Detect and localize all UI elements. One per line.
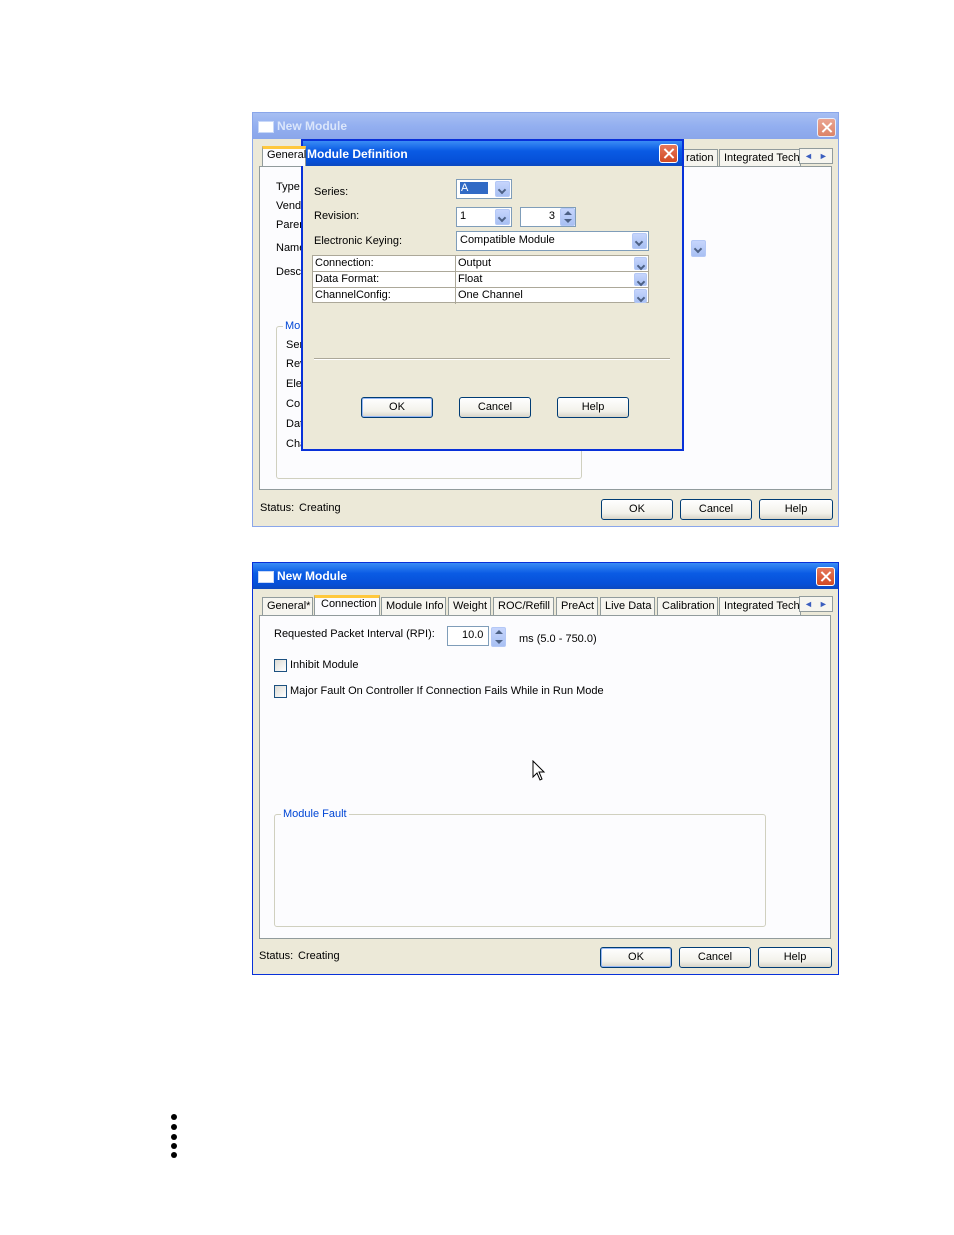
revision-major-select[interactable]: 1 <box>456 207 512 227</box>
close-button[interactable] <box>816 567 835 586</box>
background-dropdown[interactable] <box>688 239 706 258</box>
grid-row-channel-config[interactable]: ChannelConfig: One Channel <box>313 288 648 304</box>
dot <box>171 1152 177 1158</box>
dot <box>171 1134 177 1140</box>
ok-button[interactable]: OK <box>600 947 672 968</box>
status-value: Creating <box>299 502 341 514</box>
electronic-keying-select[interactable]: Compatible Module <box>456 231 649 251</box>
module-definition-dialog: Module Definition Series: A Revision: 1 … <box>301 139 684 451</box>
spin-up-icon <box>495 630 503 634</box>
tab-module-info[interactable]: Module Info <box>381 597 446 615</box>
ok-button[interactable]: OK <box>601 499 673 520</box>
revision-minor-spin-buttons[interactable] <box>560 208 575 226</box>
chevron-down-icon[interactable] <box>634 273 647 286</box>
rpi-spin-buttons[interactable] <box>491 627 506 647</box>
cancel-button[interactable]: Cancel <box>680 499 752 520</box>
separator <box>314 358 670 360</box>
spin-down-icon <box>495 640 503 644</box>
tab-connection[interactable]: Connection <box>314 595 380 615</box>
tab-preact[interactable]: PreAct <box>556 597 598 615</box>
grid-row-connection[interactable]: Connection: Output <box>313 256 648 272</box>
status-value: Creating <box>298 950 340 962</box>
new-module-window-2: New Module General* Connection Module In… <box>252 562 839 975</box>
status-label: Status: <box>259 950 294 962</box>
connection-tab-panel: Requested Packet Interval (RPI): 10.0 ms… <box>259 615 831 939</box>
module-fault-group: Module Fault <box>274 808 766 927</box>
major-fault-label: Major Fault On Controller If Connection … <box>290 685 604 697</box>
window-icon <box>258 121 274 133</box>
cancel-button[interactable]: Cancel <box>679 947 751 968</box>
module-fault-title: Module Fault <box>281 808 349 820</box>
tab-calibration[interactable]: ration <box>683 149 718 167</box>
keying-label-bg: Ele <box>286 378 302 390</box>
inhibit-module-label: Inhibit Module <box>290 659 359 671</box>
dialog-help-button[interactable]: Help <box>557 397 629 418</box>
series-label: Series: <box>314 186 349 198</box>
dialog-ok-button[interactable]: OK <box>361 397 433 418</box>
dot <box>171 1124 177 1130</box>
dot <box>171 1114 177 1120</box>
module-properties-grid: Connection: Output Data Format: Float Ch… <box>312 255 649 304</box>
tab-integrated-tech[interactable]: Integrated Tech <box>719 597 801 615</box>
chevron-down-icon <box>495 209 510 225</box>
group-title: Mo <box>283 320 303 332</box>
tab-integrated-tech[interactable]: Integrated Tech <box>719 149 801 167</box>
spin-up-icon <box>564 211 572 215</box>
help-button[interactable]: Help <box>759 499 833 520</box>
dialog-close-button[interactable] <box>659 144 678 163</box>
dot <box>171 1143 177 1149</box>
inhibit-module-checkbox[interactable] <box>274 659 287 672</box>
tab-live-data[interactable]: Live Data <box>600 597 655 615</box>
tab-roc-refill[interactable]: ROC/Refill <box>493 597 554 615</box>
tab-scroll-arrows[interactable]: ◄► <box>799 148 833 164</box>
window-icon <box>258 571 274 583</box>
revision-label: Revision: <box>314 210 360 222</box>
window-title: New Module <box>277 569 348 583</box>
tab-general[interactable]: General* <box>262 597 313 615</box>
mouse-cursor-icon <box>532 760 546 781</box>
type-label: Type <box>276 181 300 193</box>
description-label: Desc <box>276 266 302 278</box>
tab-weight[interactable]: Weight <box>448 597 491 615</box>
chevron-down-icon[interactable] <box>634 289 647 303</box>
vendor-label: Vend <box>276 200 302 212</box>
chevron-down-icon <box>691 240 706 257</box>
connection-label-bg: Co <box>286 398 301 410</box>
title-bar[interactable]: New Module <box>253 113 838 139</box>
title-bar[interactable]: New Module <box>253 563 838 589</box>
help-button[interactable]: Help <box>758 947 832 968</box>
dialog-cancel-button[interactable]: Cancel <box>459 397 531 418</box>
dialog-title-bar[interactable]: Module Definition <box>303 141 682 166</box>
chevron-down-icon[interactable] <box>634 257 647 270</box>
close-button[interactable] <box>817 118 836 137</box>
series-selected-value: A <box>460 182 489 194</box>
rpi-input[interactable]: 10.0 <box>447 626 489 646</box>
continuation-dots <box>170 1114 178 1160</box>
rpi-units-label: ms (5.0 - 750.0) <box>519 633 597 645</box>
tab-scroll-arrows[interactable]: ◄► <box>799 596 833 612</box>
spin-down-icon <box>564 219 572 223</box>
dialog-title: Module Definition <box>307 147 408 161</box>
window-title: New Module <box>277 119 348 133</box>
electronic-keying-label: Electronic Keying: <box>314 235 403 247</box>
tab-general[interactable]: General <box>262 146 306 166</box>
rpi-label: Requested Packet Interval (RPI): <box>274 628 435 640</box>
grid-row-data-format[interactable]: Data Format: Float <box>313 272 648 288</box>
tab-calibration[interactable]: Calibration <box>657 597 718 615</box>
status-label: Status: <box>260 502 295 514</box>
chevron-down-icon <box>495 181 510 197</box>
chevron-down-icon <box>632 233 647 249</box>
major-fault-checkbox[interactable] <box>274 685 287 698</box>
series-select[interactable]: A <box>456 179 512 199</box>
